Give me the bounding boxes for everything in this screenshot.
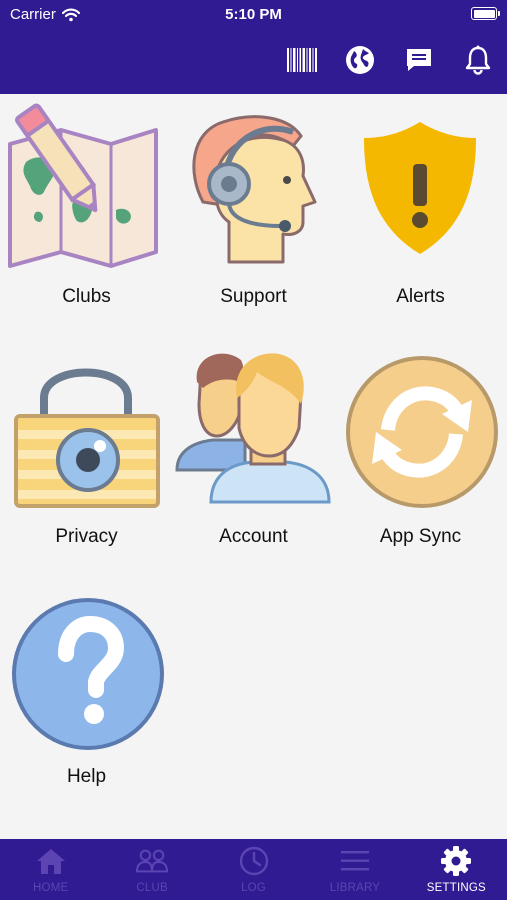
shield-exclamation-icon [364, 122, 476, 254]
status-bar: Carrier 5:10 PM [0, 0, 507, 30]
settings-grid: Clubs Support Alerts Privacy Account App… [0, 94, 507, 839]
tile-label: App Sync [379, 526, 462, 547]
home-icon [35, 845, 67, 877]
tab-label: LOG [241, 882, 266, 894]
tile-label: Alerts [396, 286, 445, 307]
question-icon [12, 598, 164, 750]
tile-label: Account [219, 526, 288, 547]
tile-label: Support [220, 286, 287, 307]
tab-log[interactable]: LOG [203, 839, 304, 900]
bell-icon[interactable] [458, 40, 498, 80]
padlock-eye-icon [14, 368, 160, 508]
group-icon [136, 845, 169, 877]
sync-icon [346, 356, 498, 508]
tile-account[interactable]: Account [169, 334, 338, 574]
map-pencil-icon [8, 103, 158, 268]
barcode-icon[interactable] [282, 40, 322, 80]
tile-help[interactable]: Help [2, 574, 171, 814]
tab-label: LIBRARY [329, 882, 381, 894]
battery-icon [471, 7, 500, 20]
tile-label: Privacy [55, 526, 118, 547]
tab-label: SETTINGS [426, 882, 486, 894]
tile-label: Clubs [62, 286, 111, 307]
tab-club[interactable]: CLUB [101, 839, 202, 900]
tile-alerts[interactable]: Alerts [336, 94, 505, 334]
tab-label: CLUB [136, 882, 168, 894]
tab-settings[interactable]: SETTINGS [406, 839, 507, 900]
tab-library[interactable]: LIBRARY [304, 839, 405, 900]
menu-lines-icon [339, 845, 371, 877]
gear-icon [440, 845, 472, 877]
bottom-tab-bar: HOME CLUB LOG LIBRARY SETTINGS [0, 839, 507, 900]
clock-time: 5:10 PM [225, 6, 282, 23]
tile-support[interactable]: Support [169, 94, 338, 334]
globe-icon[interactable] [340, 40, 380, 80]
top-nav-bar [0, 30, 507, 94]
tab-home[interactable]: HOME [0, 839, 101, 900]
tile-clubs[interactable]: Clubs [2, 94, 171, 334]
tile-app-sync[interactable]: App Sync [336, 334, 505, 574]
tile-label: Help [66, 766, 107, 787]
clock-icon [238, 845, 270, 877]
tab-label: HOME [33, 882, 69, 894]
users-icon [175, 353, 331, 504]
headset-person-icon [192, 115, 317, 264]
chat-icon[interactable] [399, 40, 439, 80]
tile-privacy[interactable]: Privacy [2, 334, 171, 574]
